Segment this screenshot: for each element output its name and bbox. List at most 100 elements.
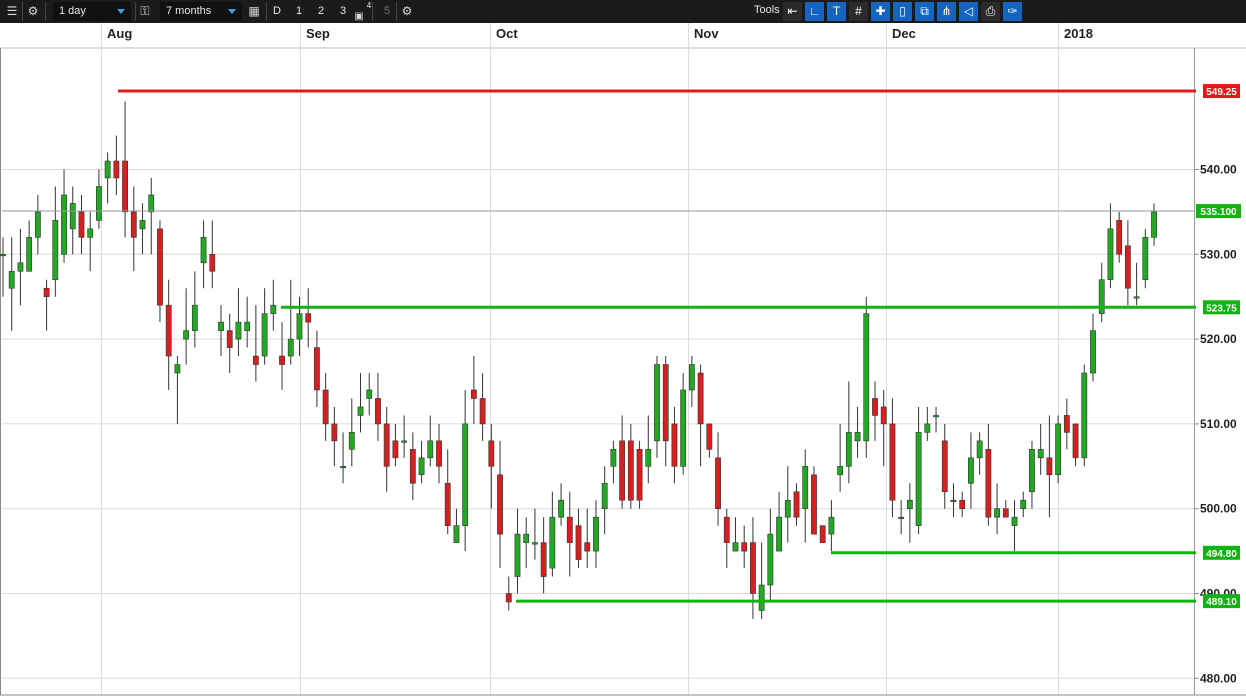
candle-body [645,449,652,467]
candle-body [784,499,791,518]
candle [1142,228,1149,289]
current-price-label: 535.100 [1200,207,1237,218]
candle-body [261,313,268,357]
candle-body [697,372,704,425]
candle-body [392,440,399,459]
y-tick-label: 510.00 [1200,417,1237,431]
candle-body [732,542,739,552]
candle-body [122,160,128,213]
y-tick-label: 500.00 [1200,502,1237,516]
candle-body [523,533,530,543]
candle-body [688,364,695,391]
candle-body [776,516,782,552]
crosshair-icon[interactable]: ✚ [871,2,890,21]
candle-body [889,423,896,501]
grid-icon[interactable]: # [849,2,868,21]
list-icon[interactable]: ☰ [4,3,20,20]
settings-tool-icon[interactable]: ✑ [1003,2,1022,21]
candle-body [183,330,190,340]
candle-body [287,338,294,357]
candle-body [898,516,905,519]
candle-body [331,423,338,442]
line-tool-icon[interactable]: ∟ [805,2,824,21]
candle-body [767,533,774,586]
candle-body [401,440,408,443]
candle-body [348,432,355,450]
candle-icon[interactable]: ▯ [893,2,912,21]
candle-body [584,542,591,552]
candle-body [488,440,495,467]
level-price-label: 489.10 [1206,597,1237,608]
candle-body [497,474,503,535]
interval-select[interactable]: 1 day [53,2,131,21]
interval-value: 1 day [59,5,86,17]
candle-body [1124,245,1131,289]
candle-body [593,516,599,552]
lock-icon[interactable]: ⚿ [138,3,152,20]
period-button-4[interactable]: 4 [360,0,378,19]
range-select[interactable]: 7 months [160,2,242,21]
candle-body [61,194,67,255]
gear-icon[interactable]: ⚙ [25,3,41,20]
layers-icon[interactable]: ⧉ [915,2,934,21]
candle-body [1133,296,1140,299]
candle-body [715,457,721,510]
period-button-5[interactable]: 5 [378,2,396,21]
candle-body [453,525,460,543]
candle-body [244,321,251,331]
text-tool-icon[interactable]: T [827,2,846,21]
candle-body [662,364,669,442]
x-tick-label: Sep [306,26,330,41]
candle-body [1055,423,1062,476]
price-chart[interactable]: Aug Sep Oct Nov Dec 2018 480.00490.00500.0051… [0,23,1246,700]
candle [1081,364,1088,467]
candle-body [575,525,582,560]
candle-body [872,398,878,416]
x-tick-label: 2018 [1064,26,1093,41]
candle-body [26,237,33,272]
candle-body [1037,449,1044,459]
candle-body [750,542,756,594]
candle-body [532,542,538,545]
calendar-icon[interactable]: ▦ [246,3,262,20]
candle-body [87,228,94,238]
x-tick-label: Nov [694,26,719,41]
candle-body [17,262,24,272]
period-button-3[interactable]: 3 [334,2,352,21]
period-button-1[interactable]: 1 [290,2,308,21]
candle-body [802,465,809,509]
candle-body [139,220,146,230]
y-tick-label: 540.00 [1200,163,1237,177]
level-price-label: 523.75 [1206,303,1237,314]
candle-body [1081,372,1088,459]
candle-body [627,440,634,501]
candle-body [200,237,207,264]
candle-body [959,499,966,510]
candle-body [514,533,521,577]
period-button-d[interactable]: D [268,2,286,21]
arrow-left-icon[interactable]: ⇤ [783,2,802,21]
candle-body [854,432,861,442]
fork-icon[interactable]: ⋔ [937,2,956,21]
candle-body [1107,228,1114,281]
candle-body [837,465,844,476]
candle-body [314,347,320,391]
candle-body [479,398,486,425]
tools-label: Tools [754,4,780,16]
candle [819,525,826,543]
y-tick-label: 520.00 [1200,332,1237,346]
chart-toolbar: ☰ ⚙ 1 day ⚿ 7 months ▦ D 1 2 3 ▣ 4 5 ⚙ T… [0,0,1246,23]
candle-body [558,499,564,518]
candle-body [994,508,1000,518]
label-tool-icon[interactable]: ◁ [959,2,978,21]
candle-body [148,194,155,213]
print-icon[interactable]: ⎙ [981,2,1000,21]
candle-body [828,516,835,535]
candle-body [218,321,224,331]
candle-body [654,364,660,442]
candle-body [418,457,425,476]
candle-body [985,449,992,518]
gear-icon[interactable]: ⚙ [399,3,415,20]
period-button-2[interactable]: 2 [312,2,330,21]
toolbar-divider [45,2,46,21]
